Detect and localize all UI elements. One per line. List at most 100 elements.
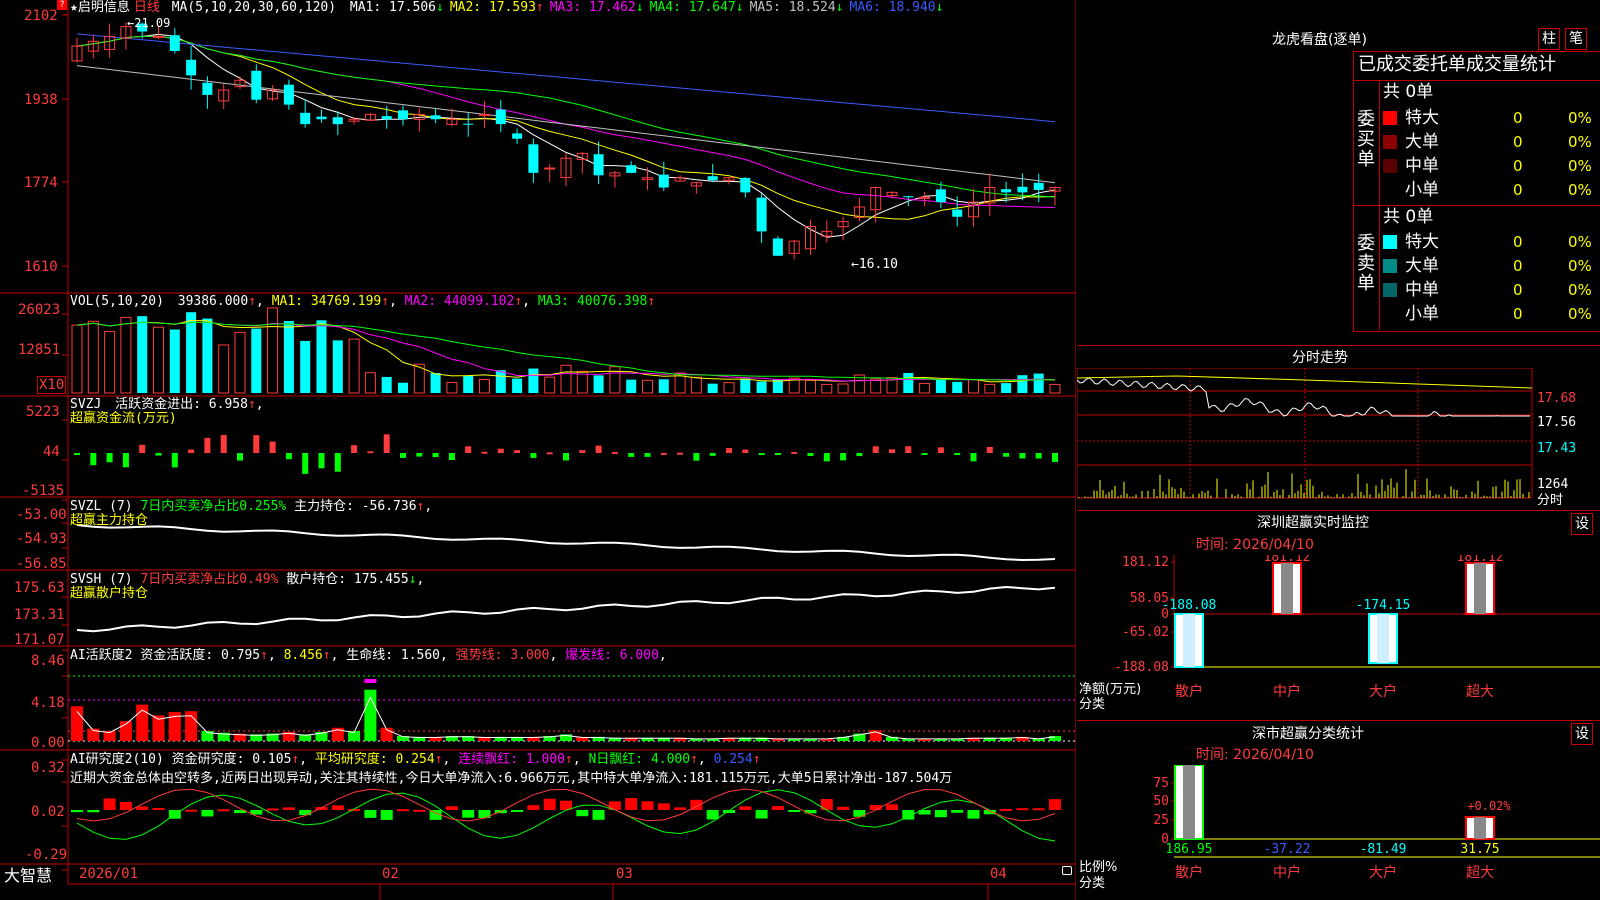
candle-body (169, 35, 180, 51)
settings-corner-icon[interactable]: ? (57, 0, 67, 10)
cls-stats-chart[interactable]: 7550250186.95散户-37.22中户-81.49大户+0.02%31.… (1077, 765, 1600, 900)
candle-body (479, 113, 490, 116)
volume-bar (919, 382, 931, 394)
price-tick-2: 1774 (24, 175, 58, 191)
svzj-bar (318, 453, 325, 469)
volume-bar (952, 381, 963, 393)
stats-subtitle: 已成交委托单成交量统计 (1358, 54, 1556, 75)
ma-value-4: MA4: 17.647 (649, 0, 736, 15)
sz-value-label: 181.12 (1457, 555, 1504, 565)
ai1-bar (1049, 736, 1061, 741)
volume-bar (805, 379, 816, 394)
vol-ma3-arrow: ↑ (647, 294, 656, 309)
svzj-tick-2: -5135 (22, 483, 65, 499)
candlestick-chart[interactable] (68, 0, 1076, 293)
tick-mode-button[interactable]: 笔 (1565, 28, 1587, 50)
ai2-bar (934, 810, 947, 818)
candle-body (202, 82, 213, 95)
svzj-bar (742, 449, 749, 453)
bar-mode-button[interactable]: 柱 (1538, 28, 1560, 50)
volume-bar (202, 318, 213, 393)
svzj-bar (139, 444, 146, 453)
volume-bar (968, 379, 979, 394)
svzj-bar (644, 453, 651, 457)
minute-chart[interactable] (1077, 368, 1600, 510)
cls-title: 深市超赢分类统计 (1252, 726, 1364, 742)
ai2-bar (201, 810, 214, 817)
svzl-label: 主力持仓: -56.736 (294, 499, 417, 514)
volume-bar (87, 320, 99, 394)
svsh-title: SVSH (7) (70, 572, 133, 587)
favorite-star-icon[interactable]: ★ (70, 0, 78, 15)
color-swatch (1383, 259, 1397, 273)
svsh-sub: 超赢散户持仓 (70, 586, 149, 601)
svzj-bar (122, 453, 129, 468)
svzj-bar (285, 453, 292, 460)
svsh-label: 散户持仓: 175.455 (286, 572, 409, 587)
sz-category-label: 大户 (1369, 683, 1397, 700)
svzj-bar (269, 441, 276, 453)
ai2-bar (771, 806, 784, 810)
date-label-1: 02 (382, 866, 399, 882)
row-pct: 0% (1568, 157, 1592, 175)
svzj-bar (220, 435, 227, 453)
stats-row: 小单 0 0% (1383, 302, 1600, 326)
svzj-bar (465, 446, 472, 453)
sz-monitor-chart[interactable]: 181.1258.050-65.02-188.08-188.08散户181.12… (1077, 555, 1600, 720)
svzl-header: SVZL (7) 7日内买卖净占比0.255% 主力持仓: -56.736↑, (70, 499, 433, 514)
stats-row: 中单 0 0% (1383, 154, 1600, 178)
candle-body (251, 70, 262, 100)
volume-bar (446, 381, 458, 394)
svzj-bar (921, 453, 928, 455)
candle-body (512, 133, 523, 139)
ai2-bar (820, 799, 833, 810)
volume-bar (658, 379, 669, 393)
row-name: 大单 (1405, 256, 1439, 276)
sz-settings-button[interactable]: 设 (1571, 513, 1593, 535)
ai-research-chart[interactable] (68, 750, 1076, 864)
ai2-bar (217, 809, 230, 812)
period-label[interactable]: 日线 (134, 0, 160, 15)
svzj-bar (889, 449, 895, 453)
volume-bar (364, 372, 376, 394)
volume-bar (837, 383, 849, 394)
candle-body (495, 109, 506, 125)
cls-time: 时间: 2026/04/10 (1196, 747, 1314, 763)
volume-bar (690, 376, 702, 394)
ma-value-6: MA6: 18.940 (849, 0, 936, 15)
sz-time: 时间: 2026/04/10 (1196, 537, 1314, 553)
ai2-bar (152, 808, 165, 811)
left-chart-area[interactable]: ★启明信息 日线 MA(5,10,20,30,60,120) MA1: 17.50… (0, 0, 1076, 900)
ai2-bar (837, 806, 850, 810)
stock-name[interactable]: 启明信息 (78, 0, 130, 15)
cls-pct-label: +0.02% (1467, 799, 1511, 813)
row-count: 0 (1513, 133, 1523, 151)
minute-tick-1: 17.56 (1537, 415, 1577, 430)
volume-bar (153, 326, 164, 394)
stats-hline-1 (1353, 80, 1600, 81)
candle-body (1017, 186, 1028, 193)
ai2-bar (462, 810, 475, 818)
row-name: 中单 (1405, 280, 1439, 300)
svzj-bar (432, 453, 439, 458)
cls-cat-label: 分类 (1079, 876, 1106, 891)
price-tick-3: 1610 (24, 259, 58, 275)
vol-tick-1: 12851 (18, 342, 61, 358)
lock-icon[interactable] (1062, 866, 1072, 875)
ai1-arrow: ↑ (260, 648, 268, 663)
low-price-mark: ←16.10 (851, 257, 898, 272)
svsh-line (76, 585, 1056, 633)
cls-settings-button[interactable]: 设 (1571, 723, 1593, 745)
row-name: 特大 (1405, 108, 1439, 128)
cls-bar-shade (1474, 817, 1486, 839)
candle-body (756, 197, 767, 232)
vol-ma2: MA2: 44099.102 (404, 294, 515, 309)
candle-body (153, 35, 164, 38)
svzj-bar (171, 453, 178, 468)
ma-arrow-5: ↓ (835, 0, 844, 15)
ai2-bar (755, 810, 768, 819)
candle-body (430, 115, 441, 120)
volume-bar (169, 329, 180, 393)
ai1-v3: 生命线: 1.560 (346, 648, 441, 663)
svzj-arrow: ↑ (247, 397, 256, 412)
